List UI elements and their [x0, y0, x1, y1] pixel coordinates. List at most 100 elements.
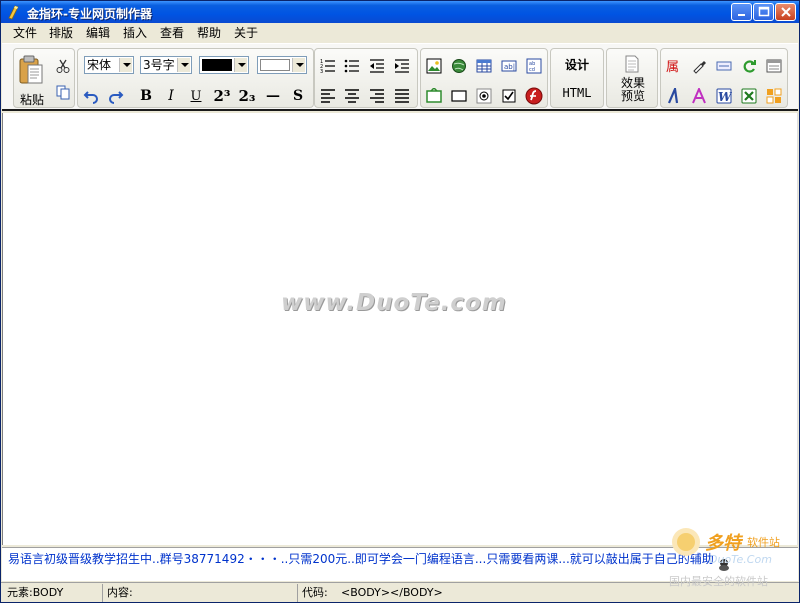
insert-group: ab| ab cd	[420, 48, 548, 108]
close-button[interactable]	[775, 3, 796, 21]
editor-canvas[interactable]	[2, 113, 798, 545]
strike-button[interactable]: S	[287, 85, 309, 107]
excel-icon	[741, 88, 757, 104]
minimize-icon	[738, 14, 745, 16]
status-element: 元素:BODY	[7, 586, 64, 599]
insert-checkbox-button[interactable]	[498, 85, 520, 107]
insert-select-button[interactable]: ab cd	[523, 55, 545, 77]
wordart-icon	[692, 88, 706, 104]
word-import-button[interactable]: W	[713, 85, 735, 107]
frame-icon	[451, 90, 467, 102]
brand-sub: 软件站	[747, 536, 780, 549]
insert-table-button[interactable]	[473, 55, 495, 77]
bold-button[interactable]: B	[135, 85, 157, 107]
svg-text:W: W	[718, 90, 732, 104]
align-left-button[interactable]	[317, 85, 339, 107]
align-center-icon	[345, 89, 359, 103]
clipboard-group: 粘贴	[13, 48, 75, 108]
toolbar: 粘贴 宋体 3号字 B I U 2³ 2₃ — S 1 2 3 ab| ab c…	[2, 43, 798, 111]
copy-icon	[56, 85, 70, 100]
button-icon	[426, 88, 442, 103]
align-center-button[interactable]	[341, 85, 363, 107]
checkbox-icon	[502, 89, 516, 103]
status-code-label: 代码:	[302, 586, 328, 599]
scissors-icon	[56, 59, 70, 73]
brand-name: 多特	[705, 533, 741, 554]
insert-frame-button[interactable]	[448, 85, 470, 107]
chevron-down-icon	[292, 58, 305, 72]
brand-tagline: 国内最安全的软件站	[669, 575, 768, 588]
excel-import-button[interactable]	[738, 85, 760, 107]
insert-button-button[interactable]	[423, 85, 445, 107]
align-right-icon	[370, 89, 384, 103]
insert-image-button[interactable]	[423, 55, 445, 77]
menu-about[interactable]: 关于	[232, 25, 260, 41]
menu-insert[interactable]: 插入	[121, 25, 149, 41]
word-icon: W	[716, 88, 732, 104]
special-char-button[interactable]	[763, 85, 785, 107]
cut-button[interactable]	[52, 55, 74, 77]
watermark: www.DuoTe.com	[281, 290, 507, 316]
subscript-button[interactable]: 2₃	[236, 85, 258, 107]
italic-button[interactable]: I	[160, 85, 182, 107]
superscript-button[interactable]: 2³	[211, 85, 233, 107]
marquee-button[interactable]	[713, 55, 735, 77]
wordart-button[interactable]	[688, 85, 710, 107]
chevron-down-icon	[234, 58, 247, 72]
align-right-button[interactable]	[366, 85, 388, 107]
eyedropper-button[interactable]	[688, 55, 710, 77]
underline-button[interactable]: U	[185, 85, 207, 107]
align-justify-icon	[395, 89, 409, 103]
form-button[interactable]	[763, 55, 785, 77]
flash-icon	[525, 87, 543, 105]
title-bar[interactable]: 金指环-专业网页制作器	[1, 1, 799, 23]
document-icon	[625, 55, 639, 73]
properties-button[interactable]: 属	[663, 55, 685, 77]
menu-edit[interactable]: 编辑	[84, 25, 112, 41]
preview-button[interactable]	[621, 53, 643, 75]
copy-button[interactable]	[52, 81, 74, 103]
textfield-icon: ab|	[501, 60, 517, 72]
chevron-down-icon	[177, 58, 190, 72]
refresh-button[interactable]	[738, 55, 760, 77]
status-content: 内容:	[107, 586, 133, 599]
insert-flash-button[interactable]	[523, 85, 545, 107]
menu-help[interactable]: 帮助	[195, 25, 223, 41]
bullet-list-icon	[344, 59, 359, 73]
horizontal-rule-button[interactable]: —	[262, 85, 284, 107]
font-effect-button[interactable]	[663, 85, 685, 107]
menu-file[interactable]: 文件	[11, 25, 39, 41]
app-window: 金指环-专业网页制作器 文件 排版 编辑 插入 查看 帮助 关于 粘贴 宋体 3…	[0, 0, 800, 603]
menu-view[interactable]: 查看	[158, 25, 186, 41]
svg-text:cd: cd	[529, 67, 535, 73]
paste-button[interactable]	[16, 55, 46, 85]
indent-button[interactable]	[391, 55, 413, 77]
font-family-select[interactable]: 宋体	[84, 56, 134, 74]
window-title: 金指环-专业网页制作器	[27, 7, 152, 21]
insert-radio-button[interactable]	[473, 85, 495, 107]
outdent-button[interactable]	[366, 55, 388, 77]
ticker-text: 易语言初级晋级教学招生中..群号38771492・・・..只需200元..即可学…	[8, 552, 714, 566]
font-size-select[interactable]: 3号字	[140, 56, 192, 74]
insert-textfield-button[interactable]: ab|	[498, 55, 520, 77]
menu-layout[interactable]: 排版	[47, 25, 75, 41]
redo-button[interactable]	[105, 85, 127, 107]
insert-media-button[interactable]	[448, 55, 470, 77]
special-char-icon	[766, 88, 782, 104]
redo-icon	[109, 91, 124, 104]
status-code-value: <BODY></BODY>	[341, 586, 443, 599]
maximize-icon	[758, 6, 770, 17]
design-mode-button[interactable]: 设计	[553, 52, 601, 76]
font-size-value: 3号字	[143, 58, 175, 72]
html-mode-button[interactable]: HTML	[553, 81, 601, 105]
ordered-list-button[interactable]: 123	[317, 55, 339, 77]
undo-button[interactable]	[80, 85, 102, 107]
maximize-button[interactable]	[753, 3, 774, 21]
minimize-button[interactable]	[731, 3, 752, 21]
bullet-list-button[interactable]	[341, 55, 363, 77]
back-color-select[interactable]	[257, 56, 307, 74]
svg-text:3: 3	[320, 69, 323, 74]
align-justify-button[interactable]	[391, 85, 413, 107]
fore-color-select[interactable]	[199, 56, 249, 74]
status-divider	[297, 584, 298, 602]
